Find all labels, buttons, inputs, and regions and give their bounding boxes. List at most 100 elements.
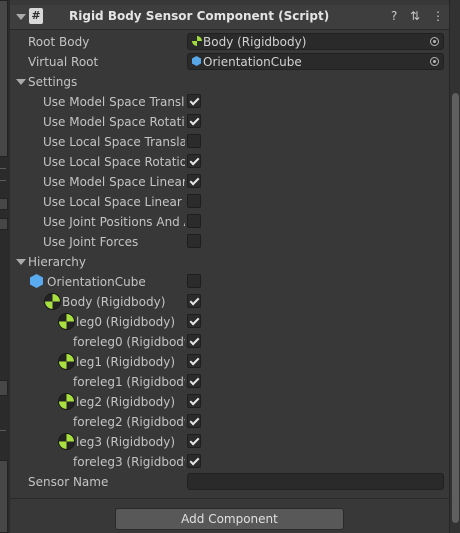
setting-checkbox[interactable] [187, 234, 201, 248]
setting-checkbox[interactable] [187, 174, 201, 188]
object-picker-icon[interactable] [430, 57, 439, 66]
left-panel-notch [0, 180, 6, 189]
root-body-field[interactable]: Body (Rigidbody) [187, 33, 444, 50]
setting-checkbox[interactable] [187, 114, 201, 128]
virtual-root-field[interactable]: OrientationCube [187, 53, 444, 70]
setting-checkbox[interactable] [187, 134, 201, 148]
left-panel-strip [0, 0, 10, 533]
left-panel-segment [0, 198, 8, 210]
add-component-button[interactable]: Add Component [115, 508, 344, 530]
inspector-scrollbar[interactable] [449, 0, 460, 533]
left-panel-segment [0, 218, 8, 230]
component-title: Rigid Body Sensor Component (Script) [69, 9, 330, 23]
component-header[interactable]: # Rigid Body Sensor Component (Script) ?… [10, 5, 449, 30]
setting-label: Use Model Space Linear Velocity [43, 175, 185, 189]
setting-checkbox[interactable] [187, 214, 201, 228]
root-body-label: Root Body [28, 35, 90, 49]
hierarchy-checkbox[interactable] [187, 334, 201, 348]
hierarchy-item-label: leg3 (Rigidbody) [76, 435, 176, 449]
setting-label: Use Local Space Translations [43, 135, 185, 149]
scrollbar-thumb[interactable] [452, 93, 459, 523]
hierarchy-label: Hierarchy [28, 255, 87, 269]
setting-checkbox[interactable] [187, 94, 201, 108]
hierarchy-checkbox[interactable] [187, 354, 201, 368]
hierarchy-checkbox[interactable] [187, 414, 201, 428]
hierarchy-row: foreleg0 (Rigidbody) [10, 332, 449, 352]
left-panel-segment [0, 460, 8, 533]
virtual-root-value: OrientationCube [203, 55, 302, 69]
component-divider [10, 498, 449, 499]
hierarchy-item-label: leg2 (Rigidbody) [76, 395, 176, 409]
hierarchy-row: leg3 (Rigidbody) [10, 432, 449, 452]
setting-label: Use Local Space Rotations [43, 155, 185, 169]
setting-row: Use Model Space Rotations [10, 112, 449, 132]
root-body-row: Root Body Body (Rigidbody) [10, 32, 449, 52]
rigidbody-icon [192, 36, 202, 46]
hierarchy-item-label: foreleg3 (Rigidbody) [73, 455, 185, 469]
hierarchy-item-label: leg1 (Rigidbody) [76, 355, 176, 369]
foldout-arrow-icon[interactable] [16, 259, 26, 265]
rigidbody-icon [58, 433, 75, 450]
hierarchy-checkbox[interactable] [187, 394, 201, 408]
setting-label: Use Model Space Rotations [43, 115, 185, 129]
setting-row: Use Local Space Linear Velocity [10, 192, 449, 212]
rigidbody-icon [44, 293, 61, 310]
hierarchy-item-label: foreleg0 (Rigidbody) [73, 335, 185, 349]
left-panel-notch [0, 430, 6, 439]
setting-label: Use Model Space Translations [43, 95, 185, 109]
context-menu-icon[interactable]: ⋮ [432, 9, 444, 23]
virtual-root-label: Virtual Root [28, 55, 99, 69]
hierarchy-row: OrientationCube [10, 272, 449, 292]
cube-icon [192, 56, 201, 66]
hierarchy-row: leg1 (Rigidbody) [10, 352, 449, 372]
hierarchy-checkbox[interactable] [187, 274, 201, 288]
presets-icon[interactable]: ⇅ [410, 9, 420, 23]
inspector-panel: # Rigid Body Sensor Component (Script) ?… [10, 0, 449, 533]
foldout-arrow-icon[interactable] [16, 14, 26, 20]
setting-row: Use Local Space Rotations [10, 152, 449, 172]
rigidbody-icon [58, 393, 75, 410]
setting-row: Use Joint Positions And Angles [10, 212, 449, 232]
hierarchy-row: leg2 (Rigidbody) [10, 392, 449, 412]
hierarchy-row: foreleg2 (Rigidbody) [10, 412, 449, 432]
hierarchy-row: leg0 (Rigidbody) [10, 312, 449, 332]
setting-row: Use Model Space Linear Velocity [10, 172, 449, 192]
cube-icon [30, 274, 43, 288]
rigidbody-icon [58, 313, 75, 330]
hierarchy-item-label: foreleg2 (Rigidbody) [73, 415, 185, 429]
rigidbody-icon [58, 353, 75, 370]
hierarchy-checkbox[interactable] [187, 374, 201, 388]
setting-label: Use Local Space Linear Velocity [43, 195, 185, 209]
hierarchy-foldout[interactable]: Hierarchy [10, 252, 449, 272]
hierarchy-row: foreleg1 (Rigidbody) [10, 372, 449, 392]
object-picker-icon[interactable] [430, 37, 439, 46]
hierarchy-checkbox[interactable] [187, 454, 201, 468]
script-icon: # [29, 8, 43, 24]
hierarchy-checkbox[interactable] [187, 314, 201, 328]
left-panel-segment [0, 0, 8, 157]
hierarchy-row: Body (Rigidbody) [10, 292, 449, 312]
hierarchy-item-label: leg0 (Rigidbody) [76, 315, 176, 329]
left-panel-notch [0, 168, 6, 177]
hierarchy-item-label: foreleg1 (Rigidbody) [73, 375, 185, 389]
setting-label: Use Joint Forces [43, 235, 139, 249]
hierarchy-item-label: OrientationCube [47, 275, 146, 289]
left-panel-segment [0, 380, 8, 396]
virtual-root-row: Virtual Root OrientationCube [10, 52, 449, 72]
settings-foldout[interactable]: Settings [10, 72, 449, 92]
setting-row: Use Local Space Translations [10, 132, 449, 152]
sensor-name-input[interactable] [187, 473, 444, 490]
root-body-value: Body (Rigidbody) [203, 35, 307, 49]
hierarchy-item-label: Body (Rigidbody) [62, 295, 166, 309]
hierarchy-checkbox[interactable] [187, 294, 201, 308]
sensor-name-row: Sensor Name [10, 472, 449, 492]
help-icon[interactable]: ? [391, 9, 397, 23]
sensor-name-label: Sensor Name [28, 475, 109, 489]
setting-label: Use Joint Positions And Angles [43, 215, 185, 229]
settings-label: Settings [28, 75, 78, 89]
setting-row: Use Model Space Translations [10, 92, 449, 112]
setting-checkbox[interactable] [187, 194, 201, 208]
foldout-arrow-icon[interactable] [16, 79, 26, 85]
hierarchy-checkbox[interactable] [187, 434, 201, 448]
setting-checkbox[interactable] [187, 154, 201, 168]
